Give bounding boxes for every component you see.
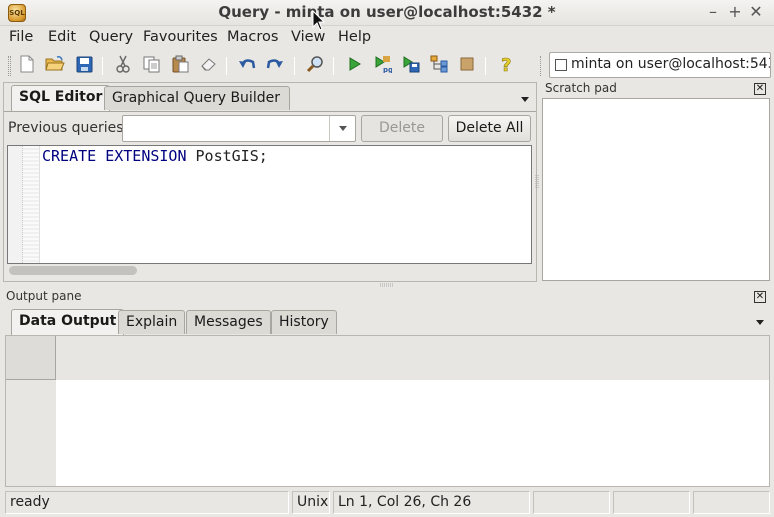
sql-text: PostGIS;	[186, 147, 268, 165]
status-cell-empty	[693, 491, 770, 514]
tab-history[interactable]: History	[271, 310, 337, 334]
previous-queries-label: Previous queries	[8, 120, 124, 136]
execute-pgscript-icon[interactable]: pg	[373, 54, 393, 74]
menu-query[interactable]: Query	[89, 29, 133, 45]
tab-underline	[4, 111, 536, 112]
horizontal-splitter[interactable]	[380, 283, 394, 287]
grid-column-header	[56, 336, 769, 380]
menu-view[interactable]: View	[291, 29, 325, 45]
menu-favourites[interactable]: Favourites	[143, 29, 218, 45]
redo-icon[interactable]	[265, 54, 285, 74]
toolbar-separator	[333, 57, 334, 75]
paste-icon[interactable]	[170, 54, 190, 74]
editor-line-margin	[8, 146, 23, 263]
status-state: ready	[5, 491, 289, 514]
output-pane-title: Output pane	[6, 289, 82, 303]
status-cell-empty	[533, 491, 610, 514]
toolbar-separator	[485, 57, 486, 75]
horizontal-scrollbar[interactable]	[9, 266, 137, 275]
tab-data-output[interactable]: Data Output	[11, 309, 125, 335]
sql-keyword: EXTENSION	[105, 147, 187, 165]
toolbar-separator	[102, 57, 103, 75]
grid-corner[interactable]	[6, 336, 56, 380]
explain-icon[interactable]	[429, 54, 449, 74]
copy-icon[interactable]	[141, 54, 161, 74]
help-icon[interactable]: ?	[497, 54, 517, 74]
vertical-splitter[interactable]	[535, 175, 539, 189]
chevron-down-icon[interactable]	[329, 116, 355, 141]
new-file-icon[interactable]	[17, 54, 37, 74]
clear-icon[interactable]	[198, 54, 218, 74]
save-icon[interactable]	[74, 54, 94, 74]
grid-row-header	[6, 380, 56, 486]
toolbar-separator	[226, 57, 227, 75]
editor-text: CREATE EXTENSION PostGIS;	[42, 147, 268, 165]
toolbar-grip[interactable]	[540, 56, 543, 76]
find-icon[interactable]	[305, 54, 325, 74]
maximize-button[interactable]: +	[726, 3, 744, 21]
connection-selector[interactable]: minta on user@localhost:5432	[549, 52, 771, 78]
connection-checkbox[interactable]	[555, 59, 567, 71]
toolbar-grip[interactable]	[8, 56, 11, 76]
status-line-ending: Unix	[292, 491, 330, 514]
toolbar-separator	[294, 57, 295, 75]
tab-menu-icon[interactable]	[756, 320, 764, 325]
status-cursor-position: Ln 1, Col 26, Ch 26	[333, 491, 530, 514]
close-icon[interactable]: ✕	[754, 83, 766, 95]
tab-explain[interactable]: Explain	[118, 310, 186, 334]
svg-text:pg: pg	[383, 66, 392, 73]
data-output-grid[interactable]	[5, 335, 770, 487]
window-title: Query - minta on user@localhost:5432 *	[218, 3, 556, 21]
cut-icon[interactable]	[113, 54, 133, 74]
previous-queries-combo[interactable]	[122, 115, 356, 142]
tab-sql-editor[interactable]: SQL Editor	[11, 85, 111, 111]
close-icon[interactable]: ✕	[754, 291, 766, 303]
sql-editor[interactable]: CREATE EXTENSION PostGIS;	[7, 145, 532, 264]
execute-to-file-icon[interactable]	[401, 54, 421, 74]
scratch-pad-title: Scratch pad	[545, 81, 617, 95]
sql-keyword: CREATE	[42, 147, 97, 165]
svg-text:?: ?	[501, 55, 511, 73]
tab-messages[interactable]: Messages	[186, 310, 271, 334]
menu-help[interactable]: Help	[338, 29, 371, 45]
execute-icon[interactable]	[345, 54, 365, 74]
delete-all-button[interactable]: Delete All	[448, 115, 531, 142]
menu-file[interactable]: File	[9, 29, 33, 45]
tab-menu-icon[interactable]	[521, 97, 529, 102]
tab-graphical-query-builder[interactable]: Graphical Query Builder	[104, 86, 290, 110]
minimize-button[interactable]: –	[704, 3, 722, 21]
delete-button[interactable]: Delete	[361, 115, 443, 142]
menu-edit[interactable]: Edit	[48, 29, 76, 45]
undo-icon[interactable]	[237, 54, 257, 74]
open-folder-icon[interactable]	[45, 54, 65, 74]
cancel-query-icon[interactable]	[457, 54, 477, 74]
scratch-pad-textarea[interactable]	[542, 98, 770, 281]
connection-label: minta on user@localhost:5432	[571, 56, 771, 72]
menu-macros[interactable]: Macros	[227, 29, 278, 45]
close-window-button[interactable]: ✕	[747, 3, 765, 21]
status-cell-empty	[613, 491, 690, 514]
